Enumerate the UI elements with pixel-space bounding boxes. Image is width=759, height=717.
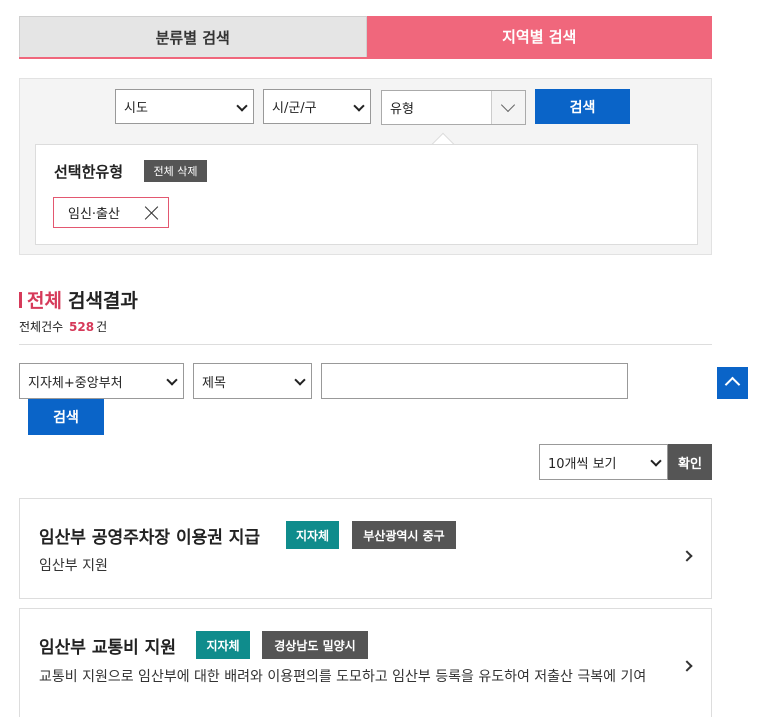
sido-select[interactable]: 시도 bbox=[115, 89, 254, 124]
list-item[interactable]: 임산부 교통비 지원 지자체 경상남도 밀양시 교통비 지원으로 임산부에 대한… bbox=[19, 608, 712, 717]
selected-types-title: 선택한유형 bbox=[54, 163, 124, 181]
count-suffix: 건 bbox=[96, 320, 108, 334]
chevron-down-icon bbox=[294, 374, 306, 386]
region-badge: 경상남도 밀양시 bbox=[262, 631, 368, 659]
item-title: 임산부 교통비 지원 bbox=[39, 638, 176, 658]
heading-accent-text: 전체 bbox=[27, 290, 62, 312]
item-title: 임산부 공영주차장 이용권 지급 bbox=[39, 528, 261, 548]
org-select[interactable]: 지자체+중앙부처 bbox=[19, 363, 184, 399]
org-type-badge: 지자체 bbox=[196, 631, 250, 659]
search-button[interactable]: 검색 bbox=[28, 399, 104, 435]
search-input[interactable] bbox=[321, 363, 628, 399]
list-item[interactable]: 임산부 공영주차장 이용권 지급 지자체 부산광역시 중구 임산부 지원 bbox=[19, 498, 712, 599]
chevron-down-icon bbox=[236, 100, 248, 112]
chevron-right-icon bbox=[681, 550, 693, 562]
confirm-button[interactable]: 확인 bbox=[668, 444, 712, 480]
field-select-value: 제목 bbox=[202, 375, 226, 391]
scroll-top-button[interactable] bbox=[717, 367, 748, 399]
divider bbox=[19, 344, 712, 345]
item-description: 교통비 지원으로 임산부에 대한 배려와 이용편의를 도모하고 임산부 등록을 … bbox=[39, 669, 647, 685]
sigungu-select[interactable]: 시/군/구 bbox=[263, 89, 371, 124]
chevron-down-icon bbox=[491, 91, 525, 124]
chevron-down-icon bbox=[353, 100, 365, 112]
chevron-down-icon bbox=[650, 455, 662, 467]
type-dropdown[interactable]: 유형 bbox=[381, 90, 526, 125]
heading-text: 검색결과 bbox=[67, 290, 138, 312]
count-prefix: 전체건수 bbox=[19, 320, 64, 334]
search-mode-tabs: 분류별 검색 지역별 검색 bbox=[19, 16, 712, 59]
tab-category-search[interactable]: 분류별 검색 bbox=[19, 16, 367, 57]
region-badge: 부산광역시 중구 bbox=[352, 521, 456, 549]
org-type-badge: 지자체 bbox=[286, 521, 339, 549]
region-search-button[interactable]: 검색 bbox=[535, 89, 630, 124]
selected-types-panel: 선택한유형 전체 삭제 임신·출산 bbox=[35, 144, 698, 245]
clear-all-button[interactable]: 전체 삭제 bbox=[144, 160, 207, 182]
per-page-select[interactable]: 10개씩 보기 bbox=[539, 444, 668, 480]
chip-label: 임신·출산 bbox=[68, 207, 120, 222]
count-number: 528 bbox=[69, 320, 95, 334]
heading-accent-bar bbox=[19, 291, 22, 308]
chevron-down-icon bbox=[166, 374, 178, 386]
per-page-value: 10개씩 보기 bbox=[548, 456, 617, 472]
close-icon[interactable] bbox=[144, 205, 159, 220]
tab-region-search[interactable]: 지역별 검색 bbox=[366, 16, 712, 57]
region-filter-panel: 시도 시/군/구 유형 검색 선택한유형 전체 삭제 임신·출산 bbox=[19, 78, 712, 255]
results-heading: 전체 검색결과 bbox=[19, 286, 138, 313]
result-count: 전체건수 528 건 bbox=[19, 318, 107, 335]
chevron-right-icon bbox=[681, 660, 693, 672]
org-select-value: 지자체+중앙부처 bbox=[28, 375, 123, 391]
sido-select-value: 시도 bbox=[124, 101, 148, 116]
type-dropdown-value: 유형 bbox=[390, 102, 414, 117]
sigungu-select-value: 시/군/구 bbox=[272, 101, 317, 116]
field-select[interactable]: 제목 bbox=[193, 363, 312, 399]
item-description: 임산부 지원 bbox=[39, 558, 108, 574]
selected-type-chip: 임신·출산 bbox=[53, 197, 169, 228]
